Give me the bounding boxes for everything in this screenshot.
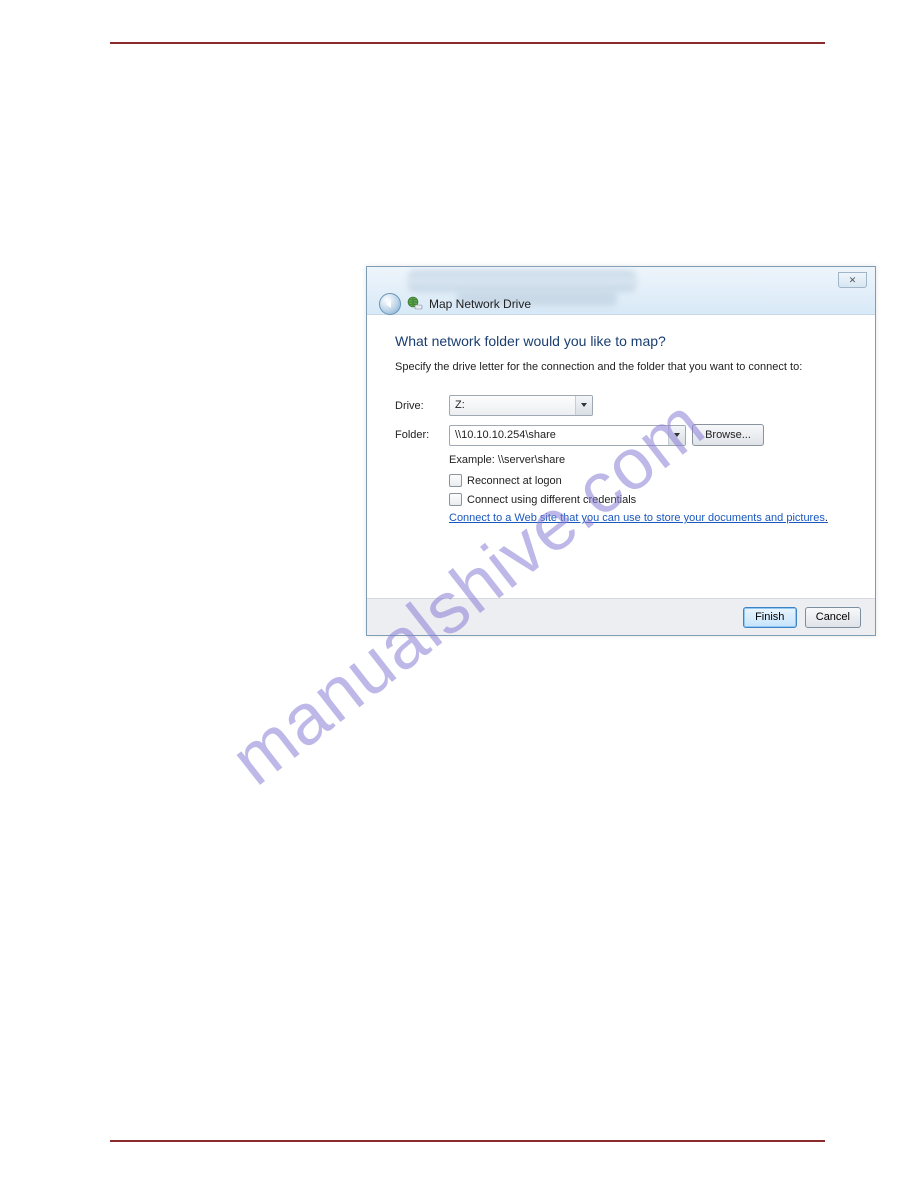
reconnect-checkbox[interactable] [449, 474, 462, 487]
folder-row: Folder: \\10.10.10.254\share Browse... [395, 424, 847, 446]
folder-input[interactable]: \\10.10.10.254\share [449, 425, 686, 446]
reconnect-label: Reconnect at logon [467, 475, 562, 487]
cancel-label: Cancel [816, 611, 850, 623]
drive-label: Drive: [395, 400, 449, 412]
credentials-label: Connect using different credentials [467, 494, 636, 506]
drive-value: Z: [455, 399, 465, 411]
chevron-down-icon [668, 426, 685, 445]
folder-value: \\10.10.10.254\share [455, 429, 556, 441]
example-text: Example: \\server\share [449, 454, 847, 466]
cancel-button[interactable]: Cancel [805, 607, 861, 628]
dialog-titlebar: ✕ Map Network Drive [367, 267, 875, 315]
website-link[interactable]: Connect to a Web site that you can use t… [449, 512, 847, 524]
dialog-title: Map Network Drive [429, 297, 531, 311]
drive-row: Drive: Z: [395, 395, 847, 416]
dialog-content: What network folder would you like to ma… [367, 315, 875, 598]
finish-button[interactable]: Finish [743, 607, 797, 628]
map-network-drive-dialog: ✕ Map Network Drive What network folder … [366, 266, 876, 636]
dialog-button-bar: Finish Cancel [367, 598, 875, 635]
network-drive-icon [407, 296, 423, 312]
folder-label: Folder: [395, 429, 449, 441]
credentials-row: Connect using different credentials [449, 493, 847, 506]
reconnect-row: Reconnect at logon [449, 474, 847, 487]
finish-label: Finish [755, 611, 784, 623]
drive-select[interactable]: Z: [449, 395, 593, 416]
chevron-down-icon [575, 396, 592, 415]
dialog-instruction: Specify the drive letter for the connect… [395, 361, 847, 373]
link-text: Connect to a Web site that you can use t… [449, 512, 825, 524]
document-page: manualshive.com ✕ Map Network Drive [110, 42, 825, 1142]
credentials-checkbox[interactable] [449, 493, 462, 506]
browse-label: Browse... [705, 429, 751, 441]
back-icon[interactable] [379, 293, 401, 315]
dialog-heading: What network folder would you like to ma… [395, 333, 847, 349]
browse-button[interactable]: Browse... [692, 424, 764, 446]
